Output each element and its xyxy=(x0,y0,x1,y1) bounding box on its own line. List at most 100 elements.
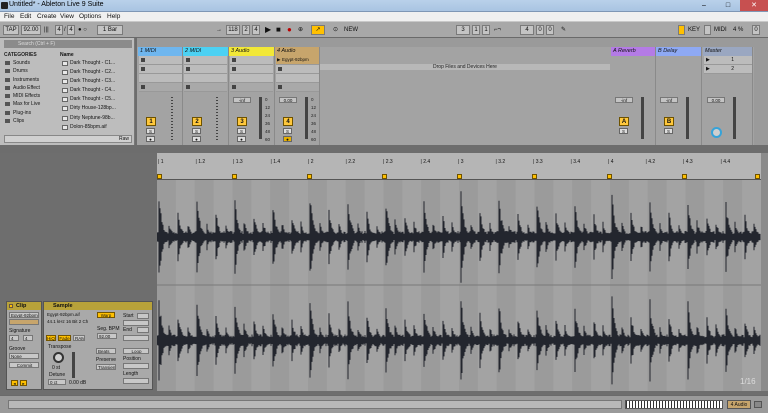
track-activator[interactable]: 2 xyxy=(192,117,202,126)
volume-field[interactable]: -inf xyxy=(660,97,678,103)
warp-marker[interactable] xyxy=(755,174,760,179)
play-icon[interactable]: ▶ xyxy=(265,25,271,35)
clip-sig-numerator[interactable]: 4 xyxy=(9,335,19,341)
category-max-for-live[interactable]: Max for Live xyxy=(4,100,58,108)
clip-sig-denominator[interactable]: 4 xyxy=(23,335,33,341)
category-clips[interactable]: Clips xyxy=(4,117,58,125)
menu-help[interactable]: Help xyxy=(107,12,120,22)
solo-button[interactable]: S xyxy=(664,128,673,134)
scene-play-icon[interactable]: ▶ xyxy=(706,56,710,64)
clip-color-field[interactable] xyxy=(9,319,39,325)
track-title[interactable]: 2 MIDI xyxy=(183,47,228,56)
menu-create[interactable]: Create xyxy=(37,12,57,22)
loop-start-beat[interactable]: 1 xyxy=(472,25,480,35)
detail-toggle-icon[interactable] xyxy=(754,401,762,408)
volume-field[interactable]: -inf xyxy=(233,97,251,103)
clip-slot[interactable] xyxy=(276,65,319,74)
warp-marker[interactable] xyxy=(232,174,237,179)
track-title[interactable]: 1 MIDI xyxy=(138,47,182,56)
file-item[interactable]: Dark Thought - C2... xyxy=(60,68,134,77)
clip-activator-icon[interactable] xyxy=(9,304,13,308)
minimize-button[interactable]: – xyxy=(692,0,716,11)
file-item[interactable]: Dark Thought - C5... xyxy=(60,95,134,104)
solo-button[interactable]: S xyxy=(237,128,246,134)
stop-icon[interactable]: ■ xyxy=(276,25,281,35)
track-title[interactable]: 4 Audio xyxy=(275,47,319,56)
clip-slot[interactable] xyxy=(139,74,182,83)
arm-button[interactable]: ● xyxy=(146,136,155,142)
clip-stop-button[interactable] xyxy=(184,83,227,92)
follow-icon[interactable]: → xyxy=(216,25,222,35)
arm-button[interactable]: ● xyxy=(283,136,292,142)
warp-marker[interactable] xyxy=(157,174,162,179)
tempo-field[interactable]: 92.00 xyxy=(21,25,41,35)
gain-slider[interactable] xyxy=(72,352,75,378)
nudge-forward-icon[interactable]: ▸ xyxy=(20,380,27,386)
nudge-back-icon[interactable]: ◂ xyxy=(11,380,18,386)
warp-marker[interactable] xyxy=(307,174,312,179)
track-activator[interactable]: 3 xyxy=(237,117,247,126)
arm-button[interactable]: ● xyxy=(237,136,246,142)
clip-slot[interactable] xyxy=(184,74,227,83)
automation-arm-icon[interactable]: ↗ xyxy=(311,25,325,35)
menu-view[interactable]: View xyxy=(60,12,74,22)
browser-search-input[interactable]: Search (Ctrl + F) xyxy=(4,40,132,48)
volume-field[interactable]: -inf xyxy=(615,97,633,103)
clip-slot[interactable] xyxy=(184,65,227,74)
file-item[interactable]: Dirty Neptune-98b... xyxy=(60,114,134,123)
category-instruments[interactable]: Instruments xyxy=(4,76,58,84)
seg-bpm-field[interactable]: 92.00 xyxy=(97,333,117,339)
detune-field[interactable]: 0 ct xyxy=(48,379,66,385)
beat-ruler[interactable]: | 1 | 1.2 | 1.3 | 1.4 | 2 | 2.2 | 2.3 | 2.4 | 3 |… xyxy=(157,153,761,180)
tap-button[interactable]: TAP xyxy=(3,25,19,35)
loop-start-field[interactable]: 3 xyxy=(456,25,470,35)
hiq-button[interactable]: HiQ xyxy=(46,335,56,341)
arrangement-position-beats[interactable]: 2 xyxy=(242,25,250,35)
loop-switch-icon[interactable]: ⌐¬ xyxy=(494,25,501,35)
file-item[interactable]: Dark Thought - C1... xyxy=(60,59,134,68)
track-title[interactable]: 3 Audio xyxy=(229,47,274,56)
groove-select[interactable]: None xyxy=(9,353,39,359)
solo-button[interactable]: S xyxy=(192,128,201,134)
solo-button[interactable]: S xyxy=(283,128,292,134)
key-map-button[interactable]: KEY xyxy=(688,25,700,35)
warp-marker[interactable] xyxy=(457,174,462,179)
sample-editor[interactable]: | 1 | 1.2 | 1.3 | 1.4 | 2 | 2.2 | 2.3 | 2.4 | 3 |… xyxy=(157,153,761,391)
loop-start-sixteenth[interactable]: 1 xyxy=(482,25,490,35)
solo-button[interactable]: S xyxy=(619,128,628,134)
clip-stop-button[interactable] xyxy=(230,83,273,92)
category-sounds[interactable]: Sounds xyxy=(4,59,58,67)
drop-zone[interactable]: Drop Files and Devices Here xyxy=(320,47,610,145)
volume-field[interactable]: 0.00 xyxy=(279,97,297,103)
position-field[interactable] xyxy=(123,363,149,369)
raw-toggle[interactable]: Raw xyxy=(119,136,129,142)
file-item[interactable]: Dolon-85bpm.aif xyxy=(60,123,134,132)
preview-strip[interactable]: Raw xyxy=(4,135,132,143)
metronome-dot-icon[interactable]: ● ○ xyxy=(78,25,87,35)
clip-slot[interactable] xyxy=(139,65,182,74)
file-item[interactable]: Dirty House-128bp... xyxy=(60,104,134,113)
clip-egypt[interactable]: ▶ Egypt-92bpm xyxy=(276,56,319,65)
fade-button[interactable]: Fade xyxy=(58,335,71,341)
metronome-icon[interactable]: ||| xyxy=(44,25,49,35)
file-item[interactable]: Dark Thought - C4... xyxy=(60,86,134,95)
record-icon[interactable]: ● xyxy=(287,25,292,35)
track-title[interactable]: A Reverb xyxy=(611,47,655,56)
clip-slot[interactable] xyxy=(184,56,227,65)
clip-slot[interactable] xyxy=(230,74,273,83)
category-audio-effects[interactable]: Audio Effect xyxy=(4,84,58,92)
ram-button[interactable]: RAM xyxy=(73,335,85,341)
warp-marker[interactable] xyxy=(607,174,612,179)
menu-file[interactable]: File xyxy=(4,12,14,22)
start-set-button[interactable] xyxy=(137,313,149,319)
warp-button[interactable]: Warp xyxy=(97,312,115,318)
track-title[interactable]: B Delay xyxy=(656,47,701,56)
preserve-select[interactable]: Transien xyxy=(96,364,116,370)
selected-track-label[interactable]: 4 Audio xyxy=(727,400,751,409)
midi-map-indicator[interactable] xyxy=(704,25,711,35)
signature-denominator[interactable]: 4 xyxy=(67,25,75,35)
waveform-display[interactable] xyxy=(157,180,761,391)
solo-button[interactable]: S xyxy=(146,128,155,134)
end-set-button[interactable] xyxy=(137,327,149,333)
menu-edit[interactable]: Edit xyxy=(20,12,31,22)
